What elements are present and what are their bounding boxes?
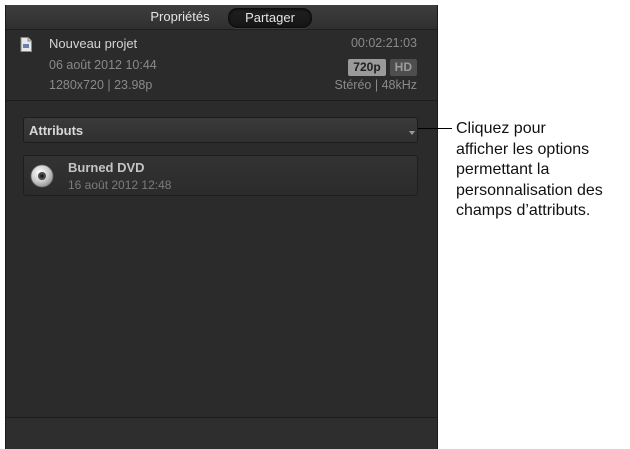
destination-item[interactable]: Burned DVD 16 août 2012 12:48	[23, 155, 418, 196]
callout-line-3: permettant la	[456, 161, 550, 178]
attributes-label: Attributs	[29, 123, 84, 138]
callout-line-5: champs d’attributs.	[456, 202, 591, 219]
project-name: Nouveau projet	[49, 36, 138, 51]
callout-text: Cliquez pour afficher les options permet…	[456, 119, 626, 222]
chevron-down-icon[interactable]	[409, 131, 415, 135]
resolution-badges: 720p HD	[344, 59, 417, 76]
callout-line-2: afficher les options	[456, 140, 590, 158]
share-inspector-panel: Propriétés Partager Nouveau projet 06 ao…	[5, 5, 438, 449]
project-format: 1280x720 | 23.98p	[49, 78, 153, 92]
dvd-disc-icon	[30, 164, 54, 188]
audio-format: Stéréo | 48kHz	[334, 78, 417, 92]
divider	[6, 100, 437, 101]
callout-line-4: personnalisation des	[456, 181, 603, 199]
destination-name: Burned DVD	[68, 160, 145, 175]
callout-line-1: Cliquez pour	[456, 120, 546, 137]
project-date: 06 août 2012 10:44	[49, 58, 157, 72]
resolution-badge: 720p	[348, 59, 386, 76]
hd-badge: HD	[389, 59, 417, 76]
tab-properties[interactable]: Propriétés	[134, 8, 226, 26]
attributes-popup[interactable]: Attributs	[23, 117, 418, 143]
project-info: Nouveau projet 06 août 2012 10:44 1280x7…	[6, 30, 437, 100]
inspector-footer	[6, 418, 437, 449]
project-duration: 00:02:21:03	[350, 36, 417, 50]
destination-date: 16 août 2012 12:48	[68, 178, 172, 192]
inspector-tab-bar: Propriétés Partager	[6, 5, 437, 30]
document-icon	[20, 37, 32, 52]
tab-share[interactable]: Partager	[228, 8, 312, 28]
callout-leader-line	[418, 128, 452, 129]
